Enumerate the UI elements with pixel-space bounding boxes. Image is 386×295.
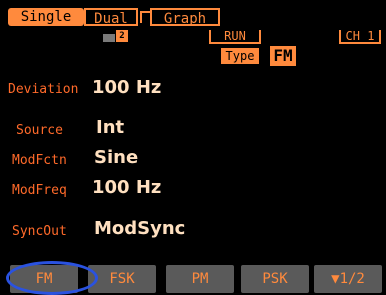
softkey-fsk[interactable]: FSK: [88, 265, 156, 293]
run-status-label: RUN: [209, 30, 261, 44]
softkey-pm[interactable]: PM: [166, 265, 234, 293]
memory-icon: [103, 34, 115, 42]
modulation-type-value: FM: [270, 46, 296, 66]
instrument-screen: Single Dual Graph 2 RUN CH 1 Type FM Dev…: [0, 0, 386, 295]
tab-separator: [140, 11, 150, 23]
deviation-label: Deviation: [8, 82, 79, 97]
modfctn-value[interactable]: Sine: [94, 147, 138, 168]
softkey-psk[interactable]: PSK: [241, 265, 309, 293]
softkey-next-page[interactable]: ▼1/2: [314, 265, 382, 293]
syncout-label: SyncOut: [12, 224, 67, 239]
source-label: Source: [16, 123, 63, 138]
syncout-value[interactable]: ModSync: [94, 218, 185, 239]
tab-single[interactable]: Single: [8, 8, 84, 26]
memory-slot-badge: 2: [116, 30, 128, 42]
modulation-type-label: Type: [221, 48, 259, 64]
tab-dual[interactable]: Dual: [84, 8, 138, 27]
selection-highlight-ring: [6, 261, 98, 295]
modfctn-label: ModFctn: [12, 153, 67, 168]
source-value[interactable]: Int: [96, 117, 124, 138]
channel-label: CH 1: [339, 30, 381, 44]
tab-graph[interactable]: Graph: [150, 8, 220, 27]
modfreq-label: ModFreq: [12, 183, 67, 198]
deviation-value[interactable]: 100 Hz: [92, 77, 161, 98]
modfreq-value[interactable]: 100 Hz: [92, 177, 161, 198]
